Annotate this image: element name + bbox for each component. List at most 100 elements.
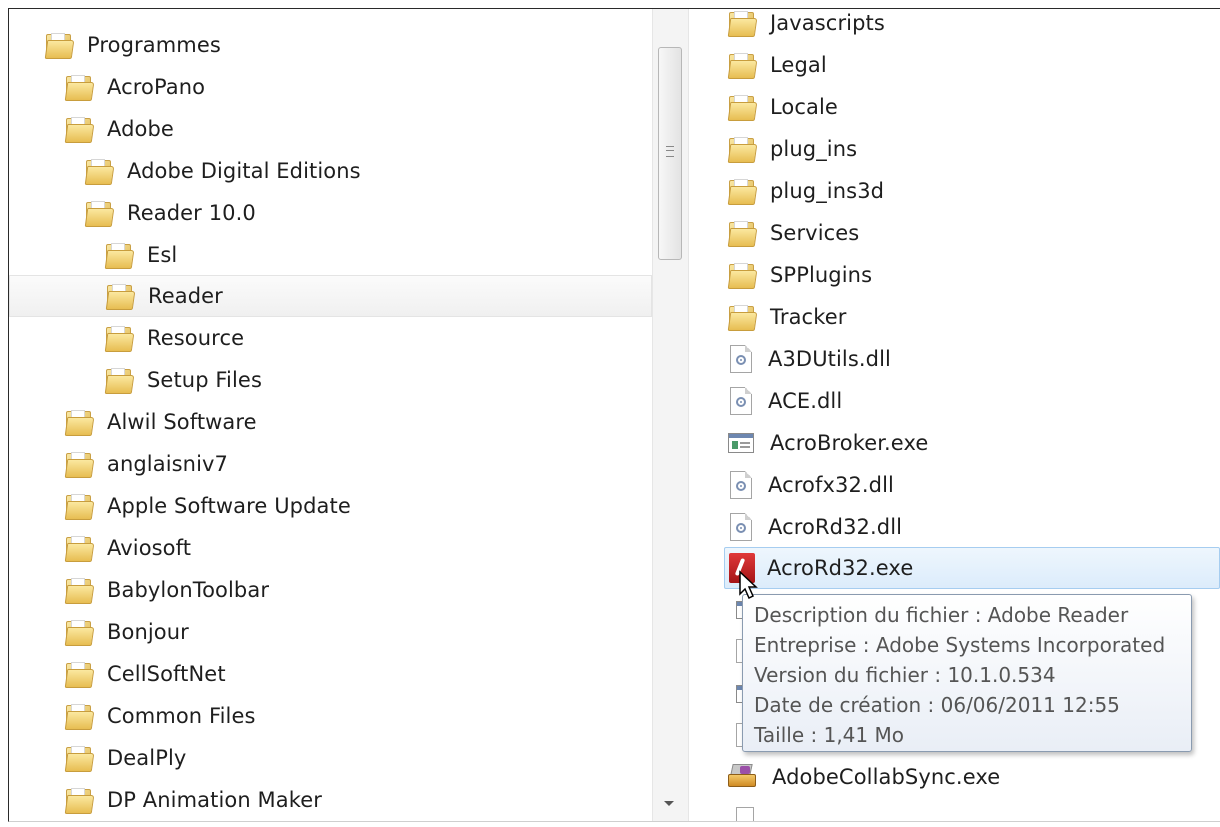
tree-item-esl[interactable]: Esl bbox=[104, 235, 178, 275]
folder-icon bbox=[727, 305, 758, 331]
folder-icon bbox=[727, 221, 758, 247]
file-item[interactable]: Legal bbox=[727, 45, 827, 85]
tooltip-size: Taille : 1,41 Mo bbox=[754, 723, 904, 747]
tree-item-label: DealPly bbox=[107, 746, 187, 770]
file-name: Javascripts bbox=[770, 11, 885, 35]
folder-icon bbox=[727, 137, 758, 163]
dll-file-icon bbox=[730, 345, 752, 373]
exe-file-icon bbox=[728, 433, 754, 453]
tree-item-label: AcroPano bbox=[107, 75, 206, 99]
tree-item-dealply[interactable]: DealPly bbox=[64, 738, 187, 778]
file-name: AcroRd32.exe bbox=[767, 556, 914, 580]
file-item[interactable]: Tracker bbox=[727, 297, 846, 337]
tree-item-cellsoftnet[interactable]: CellSoftNet bbox=[64, 654, 226, 694]
folder-icon bbox=[64, 410, 95, 436]
tooltip-company: Entreprise : Adobe Systems Incorporated bbox=[754, 633, 1166, 657]
file-item[interactable]: AcroRd32.dll bbox=[730, 507, 902, 547]
file-item[interactable]: SPPlugins bbox=[727, 255, 873, 295]
folder-icon bbox=[64, 75, 95, 101]
tree-item-dp-animation-maker[interactable]: DP Animation Maker bbox=[64, 780, 322, 820]
tree-item-acropano[interactable]: AcroPano bbox=[64, 67, 206, 107]
tree-item-anglaisniv7[interactable]: anglaisniv7 bbox=[64, 444, 229, 484]
folder-icon bbox=[727, 11, 758, 37]
tooltip-created: Date de création : 06/06/2011 12:55 bbox=[754, 693, 1120, 717]
file-item[interactable]: Services bbox=[727, 213, 860, 253]
folder-icon bbox=[727, 95, 758, 121]
tree-item-resource[interactable]: Resource bbox=[104, 318, 244, 358]
folder-icon bbox=[84, 159, 115, 185]
folder-icon bbox=[64, 117, 95, 143]
folder-icon bbox=[64, 620, 95, 646]
navigation-pane: Programmes AcroPano Adobe Adobe Digital … bbox=[9, 9, 652, 821]
file-item[interactable]: Javascripts bbox=[727, 9, 885, 43]
tree-item-bonjour[interactable]: Bonjour bbox=[64, 612, 189, 652]
dll-file-icon bbox=[730, 387, 752, 415]
collab-sync-icon bbox=[728, 764, 756, 790]
tree-item-reader-10[interactable]: Reader 10.0 bbox=[84, 193, 256, 233]
file-name: AcroBroker.exe bbox=[770, 431, 929, 455]
file-name: Locale bbox=[770, 95, 838, 119]
file-name: AcroRd32.dll bbox=[768, 515, 903, 539]
tree-item-babylontoolbar[interactable]: BabylonToolbar bbox=[64, 570, 270, 610]
file-name: SPPlugins bbox=[770, 263, 873, 287]
folder-icon bbox=[64, 788, 95, 814]
tree-item-adobe[interactable]: Adobe bbox=[64, 109, 174, 149]
tree-item-label: Reader bbox=[148, 284, 223, 308]
grip-icon bbox=[666, 146, 674, 157]
dll-file-icon bbox=[730, 471, 752, 499]
tree-item-label: BabylonToolbar bbox=[107, 578, 270, 602]
tree-item-label: DP Animation Maker bbox=[107, 788, 322, 812]
mouse-cursor-icon bbox=[739, 570, 758, 600]
tree-item-reader[interactable]: Reader bbox=[9, 275, 652, 317]
tooltip-description: Description du fichier : Adobe Reader bbox=[754, 603, 1129, 627]
file-name: Legal bbox=[770, 53, 827, 77]
tree-item-common-files[interactable]: Common Files bbox=[64, 696, 256, 736]
tree-item-label: Setup Files bbox=[147, 368, 262, 392]
file-name: Services bbox=[770, 221, 860, 245]
tree-item-label: Common Files bbox=[107, 704, 256, 728]
file-item[interactable]: Acrofx32.dll bbox=[730, 465, 894, 505]
file-info-tooltip: Description du fichier : Adobe Reader En… bbox=[742, 594, 1192, 752]
file-item[interactable]: ACE.dll bbox=[730, 381, 842, 421]
folder-icon bbox=[104, 326, 135, 352]
file-item-acrord32-exe[interactable]: AcroRd32.exe bbox=[724, 547, 1220, 589]
dll-file-icon bbox=[730, 513, 752, 541]
folder-icon bbox=[64, 704, 95, 730]
tree-item-setup-files[interactable]: Setup Files bbox=[104, 360, 262, 400]
tree-item-label: anglaisniv7 bbox=[107, 452, 229, 476]
dll-file-icon bbox=[736, 807, 754, 821]
folder-icon bbox=[64, 452, 95, 478]
folder-icon bbox=[64, 494, 95, 520]
file-name: ACE.dll bbox=[768, 389, 843, 413]
file-item[interactable]: Locale bbox=[727, 87, 838, 127]
file-name: A3DUtils.dll bbox=[768, 347, 891, 371]
tree-item-label: Adobe bbox=[107, 117, 174, 141]
tree-item-label: CellSoftNet bbox=[107, 662, 226, 686]
file-item[interactable]: plug_ins bbox=[727, 129, 858, 169]
tree-item-label: Apple Software Update bbox=[107, 494, 351, 518]
tree-item-apple-software-update[interactable]: Apple Software Update bbox=[64, 486, 351, 526]
file-name: AdobeCollabSync.exe bbox=[772, 765, 1001, 789]
file-name: Acrofx32.dll bbox=[768, 473, 894, 497]
file-item[interactable]: AdobeCollabSync.exe bbox=[728, 757, 1000, 797]
tree-item-programmes[interactable]: Programmes bbox=[44, 25, 221, 65]
scroll-thumb[interactable] bbox=[658, 47, 682, 260]
scroll-down-arrow-icon[interactable] bbox=[664, 801, 674, 806]
tree-item-alwil-software[interactable]: Alwil Software bbox=[64, 402, 257, 442]
file-item[interactable]: plug_ins3d bbox=[727, 171, 885, 211]
file-name: plug_ins bbox=[770, 137, 858, 161]
folder-icon bbox=[727, 263, 758, 289]
tree-item-label: Esl bbox=[147, 243, 178, 267]
file-item[interactable]: A3DUtils.dll bbox=[730, 339, 891, 379]
tree-item-adobe-digital-editions[interactable]: Adobe Digital Editions bbox=[84, 151, 361, 191]
tree-item-aviosoft[interactable]: Aviosoft bbox=[64, 528, 192, 568]
tooltip-version: Version du fichier : 10.1.0.534 bbox=[754, 663, 1056, 687]
folder-icon bbox=[104, 243, 135, 269]
nav-scrollbar[interactable] bbox=[652, 9, 689, 821]
file-name: plug_ins3d bbox=[770, 179, 885, 203]
folder-icon bbox=[727, 53, 758, 79]
tree-item-label: Aviosoft bbox=[107, 536, 192, 560]
folder-icon bbox=[64, 746, 95, 772]
folder-icon bbox=[104, 368, 135, 394]
file-item[interactable]: AcroBroker.exe bbox=[728, 423, 928, 463]
